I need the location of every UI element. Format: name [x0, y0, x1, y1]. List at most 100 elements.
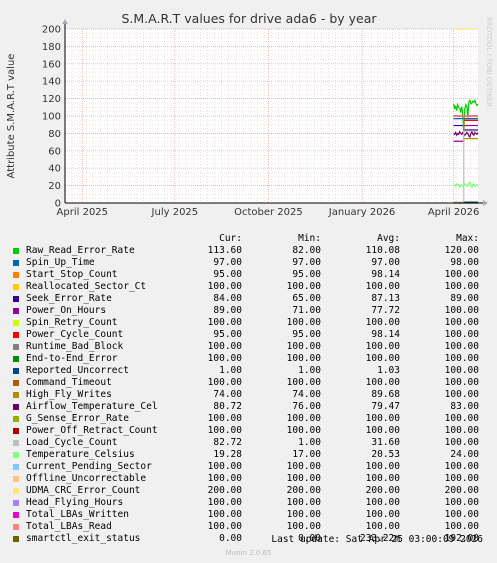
legend-row: Spin_Retry_Count 100.00 100.00 100.00 100.00 [13, 317, 479, 329]
value-avg: 20.53 [371, 449, 400, 460]
x-axis-arrow [483, 200, 488, 206]
value-cur: 100.00 [207, 317, 242, 328]
value-min: 95.00 [292, 269, 321, 280]
x-tick-label: April 2026 [428, 207, 479, 218]
col-cur-header: Cur: [219, 233, 242, 244]
value-cur: 100.00 [207, 509, 242, 520]
legend-label: Spin_Retry_Count [26, 317, 118, 328]
y-tick-label: 80 [48, 129, 61, 140]
x-tick-label: April 2025 [57, 207, 108, 218]
value-cur: 100.00 [207, 281, 242, 292]
y-tick-label: 160 [42, 59, 61, 70]
legend-swatch [13, 260, 19, 266]
value-min: 76.00 [292, 401, 321, 412]
value-min: 100.00 [286, 509, 321, 520]
value-max: 100.00 [444, 389, 479, 400]
value-cur: 74.00 [213, 389, 242, 400]
legend-label: G_Sense_Error_Rate [26, 413, 129, 424]
value-max: 100.00 [444, 281, 479, 292]
value-avg: 31.60 [371, 437, 400, 448]
value-max: 24.00 [450, 449, 479, 460]
col-avg-header: Avg: [377, 233, 400, 244]
value-cur: 95.00 [213, 329, 242, 340]
legend-swatch [13, 344, 19, 350]
value-cur: 80.72 [213, 401, 242, 412]
value-avg: 77.72 [371, 305, 400, 316]
legend-swatch [13, 464, 19, 470]
y-tick-label: 180 [42, 42, 61, 53]
value-min: 74.00 [292, 389, 321, 400]
last-update: Last update: Sat Apr 25 03:00:09 2026 [271, 534, 483, 545]
value-avg: 100.00 [365, 413, 400, 424]
value-cur: 1.00 [219, 365, 242, 376]
value-min: 97.00 [292, 257, 321, 268]
legend-row: smartctl_exit_status 0.00 0.00 233.22m 192.0… [13, 533, 479, 545]
value-avg: 100.00 [365, 425, 400, 436]
value-max: 200.00 [444, 485, 479, 496]
legend-label: Start_Stop_Count [26, 269, 118, 280]
legend-row: Command_Timeout 100.00 100.00 100.00 100.00 [13, 377, 479, 389]
value-min: 1.00 [298, 365, 321, 376]
value-max: 100.00 [444, 317, 479, 328]
legend-row: High_Fly_Writes 74.00 74.00 89.68 100.00 [13, 389, 479, 401]
legend-swatch [13, 392, 19, 398]
legend-label: smartctl_exit_status [26, 533, 141, 544]
value-avg: 79.47 [371, 401, 400, 412]
legend-row: Airflow_Temperature_Cel 80.72 76.00 79.47 83… [13, 401, 479, 413]
legend-row: G_Sense_Error_Rate 100.00 100.00 100.00 100.… [13, 413, 479, 425]
value-avg: 87.13 [371, 293, 400, 304]
value-min: 100.00 [286, 497, 321, 508]
legend-label: Load_Cycle_Count [26, 437, 118, 448]
value-cur: 95.00 [213, 269, 242, 280]
y-tick-label: 120 [42, 94, 61, 105]
y-tick-label: 100 [42, 112, 61, 123]
value-min: 65.00 [292, 293, 321, 304]
legend-row: Current_Pending_Sector 100.00 100.00 100.00… [13, 461, 479, 473]
value-min: 100.00 [286, 521, 321, 532]
legend-row: Head_Flying_Hours 100.00 100.00 100.00 100.0… [13, 497, 479, 509]
legend-label: Temperature_Celsius [26, 449, 135, 460]
legend-swatch [13, 536, 19, 542]
value-max: 89.00 [450, 293, 479, 304]
value-min: 100.00 [286, 473, 321, 484]
value-max: 100.00 [444, 473, 479, 484]
legend-label: Power_Cycle_Count [26, 329, 124, 340]
value-cur: 100.00 [207, 377, 242, 388]
y-tick-label: 60 [48, 146, 61, 157]
value-avg: 100.00 [365, 341, 400, 352]
legend-swatch [13, 428, 19, 434]
legend-label: Raw_Read_Error_Rate [26, 245, 135, 256]
value-cur: 82.72 [213, 437, 242, 448]
value-cur: 200.00 [207, 485, 242, 496]
value-max: 100.00 [444, 377, 479, 388]
legend-swatch [13, 380, 19, 386]
value-min: 100.00 [286, 341, 321, 352]
value-avg: 100.00 [365, 317, 400, 328]
value-max: 100.00 [444, 425, 479, 436]
value-avg: 1.03 [377, 365, 400, 376]
legend-row: Reallocated_Sector_Ct 100.00 100.00 100.00 1… [13, 281, 479, 293]
value-cur: 97.00 [213, 257, 242, 268]
chart-title: S.M.A.R.T values for drive ada6 - by yea… [121, 11, 377, 26]
legend-swatch [13, 272, 19, 278]
smart-chart: 020406080100120140160180200April 2025 Jul… [6, 11, 493, 218]
value-max: 83.00 [450, 401, 479, 412]
legend-row: Power_Off_Retract_Count 100.00 100.00 100.0… [13, 425, 479, 437]
value-avg: 100.00 [365, 281, 400, 292]
x-tick-label: July 2025 [151, 207, 199, 218]
value-max: 100.00 [444, 365, 479, 376]
col-max-header: Max: [456, 233, 479, 244]
legend-row: Total_LBAs_Written 100.00 100.00 100.00 100.… [13, 509, 479, 521]
legend-row: UDMA_CRC_Error_Count 200.00 200.00 200.00 20… [13, 485, 479, 497]
value-min: 200.00 [286, 485, 321, 496]
value-min: 100.00 [286, 281, 321, 292]
legend-row: Raw_Read_Error_Rate 113.60 82.00 110.08 120.… [13, 245, 479, 257]
value-cur: 0.00 [219, 533, 242, 544]
legend-swatch [13, 524, 19, 530]
legend-swatch [13, 500, 19, 506]
value-max: 100.00 [444, 437, 479, 448]
legend-label: Reallocated_Sector_Ct [26, 281, 147, 292]
value-avg: 100.00 [365, 461, 400, 472]
value-cur: 113.60 [207, 245, 242, 256]
legend-row: Total_LBAs_Read 100.00 100.00 100.00 100.00 [13, 521, 479, 533]
